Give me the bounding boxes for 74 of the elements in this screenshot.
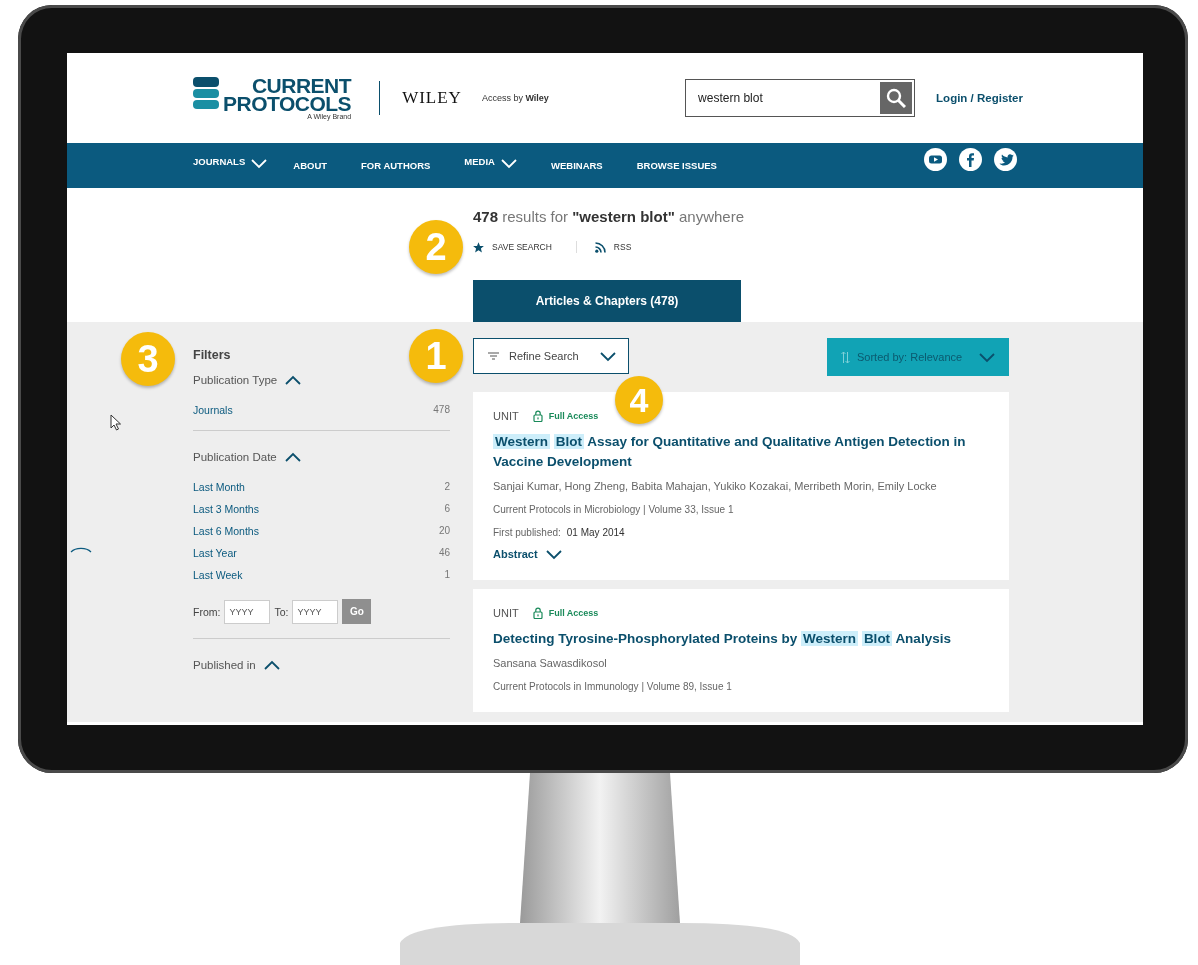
access-text: Access by Wiley bbox=[481, 93, 549, 103]
filter-group-toggle[interactable]: Published in bbox=[193, 659, 280, 671]
range-label: To: bbox=[274, 605, 289, 618]
article-title-link[interactable]: Western Blot Assay for Quantitative and Qualitative Antigen Detection in Vaccine Development bbox=[493, 432, 989, 472]
filter-group-toggle[interactable]: Publication Date bbox=[193, 451, 301, 463]
filter-lines-icon bbox=[488, 352, 499, 360]
logo-text: CURRENT bbox=[251, 76, 352, 95]
chevron-down-icon bbox=[600, 350, 616, 362]
filter-count: 2 bbox=[444, 481, 450, 493]
chevron-down-icon bbox=[979, 351, 995, 363]
callout-badge: 3 bbox=[121, 332, 175, 386]
star-icon bbox=[473, 241, 484, 253]
callout-badge: 4 bbox=[615, 376, 663, 424]
action-link[interactable]: SAVE SEARCH bbox=[473, 241, 552, 253]
results-summary: 478 results for "western blot" anywhere bbox=[473, 208, 745, 225]
filter-link[interactable]: Last 6 Months bbox=[193, 525, 259, 537]
rss-icon bbox=[594, 241, 606, 253]
stacked-bars-icon bbox=[193, 76, 219, 111]
publisher-logo: WILEY bbox=[402, 88, 462, 108]
published-label: First published: bbox=[493, 527, 561, 538]
filter-link[interactable]: Last Week bbox=[193, 569, 243, 581]
journal-info: Current Protocols in Immunology | Volume 89, Issue 1 bbox=[493, 681, 733, 692]
callout-badge: 1 bbox=[409, 329, 463, 383]
access-label: Full Access bbox=[548, 608, 599, 618]
chevron-up-icon bbox=[284, 451, 301, 463]
year-field[interactable]: YYYY bbox=[224, 599, 271, 624]
mouse-cursor-icon bbox=[110, 414, 122, 431]
chevron-down-icon bbox=[251, 157, 268, 169]
chevron-down-icon bbox=[545, 548, 562, 560]
filter-count: 46 bbox=[438, 547, 450, 559]
filter-count: 1 bbox=[444, 569, 450, 581]
sort-arrows-icon bbox=[841, 350, 850, 364]
nav-link[interactable]: FOR AUTHORS bbox=[361, 160, 431, 171]
callout-badge: 2 bbox=[409, 220, 463, 274]
filter-link[interactable]: Last Month bbox=[193, 481, 245, 493]
refine-search-button[interactable]: Refine Search bbox=[473, 338, 629, 374]
search-icon bbox=[886, 88, 907, 108]
year-field[interactable]: YYYY bbox=[292, 599, 339, 624]
author-list: Sanjai Kumar, Hong Zheng, Babita Mahajan, Yukiko Kozakai, Merribeth Morin, Emily Locke bbox=[493, 480, 989, 492]
filter-link[interactable]: Journals bbox=[193, 404, 233, 416]
filter-count: 478 bbox=[433, 404, 450, 416]
video-play-icon bbox=[924, 148, 947, 171]
chevron-up-icon bbox=[285, 374, 302, 386]
login-link[interactable]: Login / Register bbox=[936, 92, 1023, 104]
letter-f-icon bbox=[959, 148, 982, 171]
published-date: 01 May 2014 bbox=[566, 527, 625, 538]
filter-count: 20 bbox=[438, 525, 450, 537]
article-title-link[interactable]: Detecting Tyrosine-Phosphorylated Proteins by Western Blot Analysis bbox=[493, 629, 989, 649]
journal-info: Current Protocols in Microbiology | Volume 33, Issue 1 bbox=[493, 504, 735, 515]
abstract-toggle[interactable]: Abstract bbox=[493, 548, 989, 560]
filter-link[interactable]: Last 3 Months bbox=[193, 503, 259, 515]
author-list: Sansana Sawasdikosol bbox=[493, 657, 989, 669]
padlock-icon bbox=[532, 607, 543, 619]
padlock-icon bbox=[532, 410, 543, 422]
content-type: UNIT bbox=[493, 410, 519, 422]
bird-icon bbox=[994, 148, 1017, 171]
nav-link[interactable]: JOURNALS bbox=[193, 153, 268, 169]
filter-link[interactable]: Last Year bbox=[193, 547, 237, 559]
arc-icon bbox=[70, 547, 92, 553]
action-link[interactable]: RSS bbox=[594, 241, 632, 253]
content-type: UNIT bbox=[493, 607, 519, 619]
nav-link[interactable]: BROWSE ISSUES bbox=[636, 160, 717, 171]
nav-link[interactable]: ABOUT bbox=[293, 160, 328, 171]
chevron-down-icon bbox=[501, 157, 517, 169]
range-label: From: bbox=[193, 605, 221, 618]
access-label: Full Access bbox=[548, 411, 599, 421]
chevron-up-icon bbox=[263, 659, 280, 671]
nav-link[interactable]: WEBINARS bbox=[551, 160, 603, 171]
logo-text: PROTOCOLS bbox=[223, 94, 352, 113]
filter-group-toggle[interactable]: Publication Type bbox=[193, 374, 302, 386]
filters-heading: Filters bbox=[193, 348, 231, 362]
nav-link[interactable]: MEDIA bbox=[464, 153, 517, 169]
filter-count: 6 bbox=[444, 503, 450, 515]
search-button[interactable] bbox=[880, 82, 913, 114]
